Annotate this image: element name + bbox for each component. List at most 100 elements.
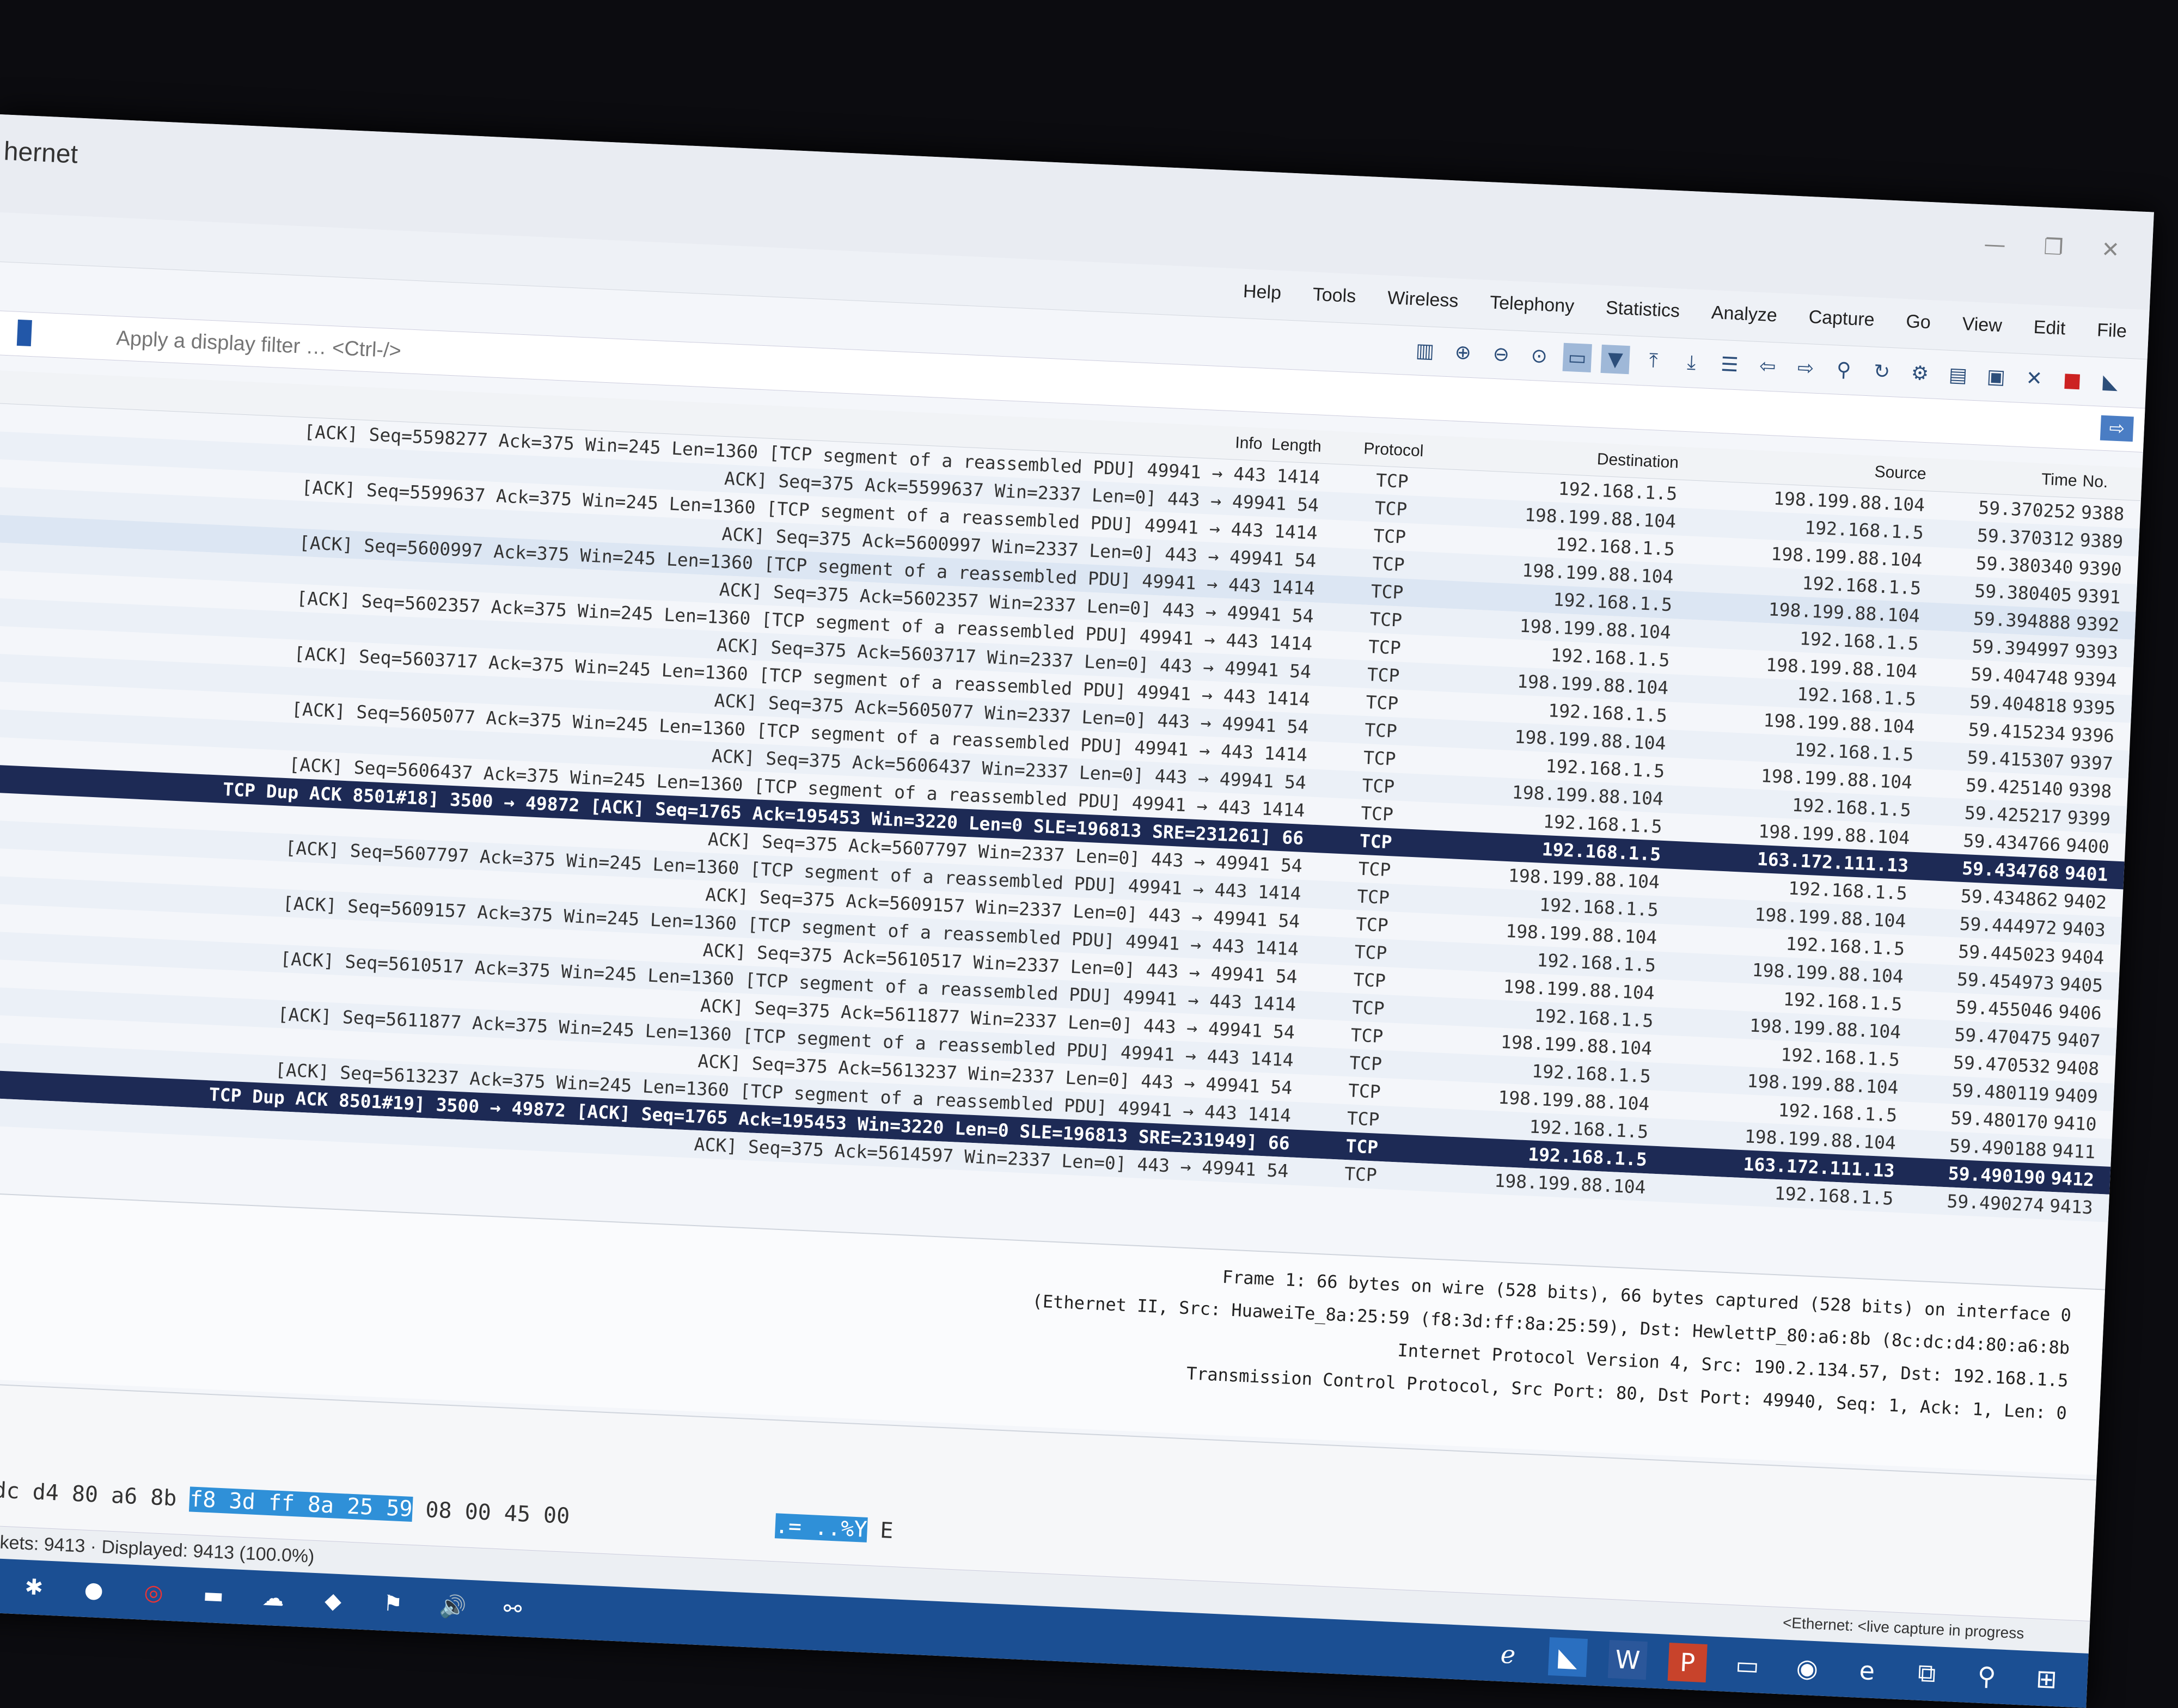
app-icon[interactable]: ▬ [193,1576,233,1615]
zoom-out-icon[interactable]: ⊖ [1486,339,1516,369]
chrome-icon[interactable]: ◉ [1787,1648,1827,1688]
task-view-icon[interactable]: ⧉ [1907,1654,1947,1693]
menu-help[interactable]: Help [1243,281,1282,304]
file-icon[interactable]: ▤ [1943,360,1973,389]
column-header-time[interactable]: Time [1948,466,2077,491]
hex-dump[interactable]: 8c dc d4 80 a6 8b f8 3d ff 8a 25 59 08 0… [0,1476,570,1529]
ascii-dump[interactable]: .= ..%Y E [774,1513,894,1544]
zoom-reset-icon[interactable]: ⊙ [1525,341,1554,371]
packet-time: 59.434766 [1962,829,2061,856]
search-icon[interactable]: ⚲ [1967,1656,2006,1696]
packet-protocol: TCP [1366,663,1400,687]
packet-number: 9399 [2066,806,2111,830]
packet-protocol: TCP [1365,691,1399,714]
packet-number: 9402 [2063,890,2107,913]
packet-time: 59.445023 [1957,940,2056,966]
close-icon[interactable]: ✕ [2020,364,2049,393]
packet-time: 59.470475 [1954,1024,2052,1050]
ie-icon[interactable]: ℯ [1488,1634,1528,1674]
packet-protocol: TCP [1372,553,1405,576]
packet-time: 59.434768 [1961,857,2060,883]
packet-time: 59.470532 [1953,1051,2051,1078]
packet-protocol: TCP [1364,719,1398,742]
menu-wireless[interactable]: Wireless [1387,287,1459,312]
packet-time: 59.394888 [1973,608,2071,634]
packet-list: Info Length Protocol Destination Source … [0,370,2143,1284]
column-header-destination[interactable]: Destination [1452,444,1700,474]
stop-capture-icon[interactable]: ▥ [1410,336,1440,365]
menu-capture[interactable]: Capture [1808,307,1875,330]
packet-number: 9397 [2069,751,2114,775]
packet-number: 9407 [2057,1029,2101,1052]
packet-time: 59.380405 [1974,580,2072,606]
column-header-no[interactable]: No. [2077,472,2142,493]
find-icon[interactable]: ⚲ [1829,355,1858,384]
menu-statistics[interactable]: Statistics [1605,297,1680,322]
wireshark-icon[interactable]: ◣ [1547,1637,1588,1678]
packet-time: 59.404748 [1970,663,2069,689]
shark-icon[interactable]: ◣ [2096,367,2125,396]
go-first-icon[interactable]: ⤒ [1638,346,1668,376]
edge-icon[interactable]: e [1847,1651,1887,1691]
menu-tools[interactable]: Tools [1312,284,1356,308]
packet-number: 9410 [2053,1111,2097,1135]
menu-file[interactable]: File [2096,320,2127,342]
save-icon[interactable]: ▣ [1981,362,2011,391]
restart-icon[interactable]: ↻ [1867,357,1896,386]
packet-number: 9394 [2073,668,2118,691]
menu-view[interactable]: View [1962,314,2003,336]
menu-edit[interactable]: Edit [2033,317,2066,340]
go-last-icon[interactable]: ⤓ [1677,348,1706,377]
apply-filter-button[interactable]: ⇨ [2100,415,2134,442]
packet-number: 9412 [2050,1167,2095,1191]
zoom-in-icon[interactable]: ⊕ [1448,338,1478,367]
packet-number: 9404 [2060,945,2105,969]
explorer-icon[interactable]: ▭ [1728,1645,1767,1685]
packet-rows: [ACK] Seq=5598277 Ack=375 Win=245 Len=13… [0,403,2141,1222]
packet-time: 59.425140 [1965,774,2064,800]
packet-protocol: TCP [1363,746,1397,770]
packet-time: 59.444972 [1959,913,2058,939]
word-icon[interactable]: W [1607,1639,1648,1680]
packet-number: 9408 [2055,1056,2100,1080]
packet-number: 9403 [2061,917,2106,941]
resize-columns-icon[interactable]: ▭ [1562,342,1592,373]
packet-number: 9398 [2068,779,2113,803]
flag-icon[interactable]: ⚑ [373,1584,413,1624]
powerpoint-icon[interactable]: P [1667,1642,1708,1683]
column-header-protocol[interactable]: Protocol [1334,438,1453,462]
menu-telephony[interactable]: Telephony [1489,292,1575,317]
prev-packet-icon[interactable]: ⇦ [1753,352,1782,381]
colorize-icon[interactable]: ☰ [1715,350,1744,379]
close-button[interactable]: ✕ [2101,237,2120,262]
packet-time: 59.415307 [1966,746,2065,773]
packet-time: 59.455046 [1955,996,2054,1022]
bookmark-icon[interactable] [16,319,32,347]
chat-icon[interactable]: ● [74,1570,114,1610]
packet-number: 9406 [2058,1001,2102,1024]
packet-time: 59.490188 [1949,1135,2047,1161]
menu-go[interactable]: Go [1906,311,1931,333]
dropbox-icon[interactable]: ◆ [313,1581,353,1621]
packet-protocol: TCP [1368,636,1402,659]
bluetooth-icon[interactable]: ✱ [14,1568,54,1607]
start-icon[interactable]: ■ [2058,365,2087,395]
opera-icon[interactable]: ◎ [134,1573,174,1613]
restore-button[interactable]: ❐ [2043,235,2064,261]
packet-time: 59.480170 [1950,1107,2049,1133]
volume-icon[interactable]: 🔊 [433,1587,473,1626]
packet-time: 59.380340 [1975,552,2074,578]
windows-icon[interactable]: ⊞ [2027,1659,2066,1699]
column-header-source[interactable]: Source [1700,455,1948,485]
network-icon[interactable]: ⚯ [493,1589,533,1629]
autoscroll-icon[interactable]: ▼ [1600,344,1630,375]
menu-analyze[interactable]: Analyze [1711,302,1778,326]
packet-protocol: TCP [1369,608,1403,631]
monitor-screen: hernet — ❐ ✕ File Edit View Go Capture A… [0,114,2154,1708]
packet-protocol: TCP [1375,469,1409,493]
packet-protocol: TCP [1370,580,1404,603]
minimize-button[interactable]: — [1984,232,2006,258]
onedrive-icon[interactable]: ☁ [253,1578,293,1618]
next-packet-icon[interactable]: ⇨ [1791,353,1820,383]
options-icon[interactable]: ⚙ [1905,358,1935,388]
